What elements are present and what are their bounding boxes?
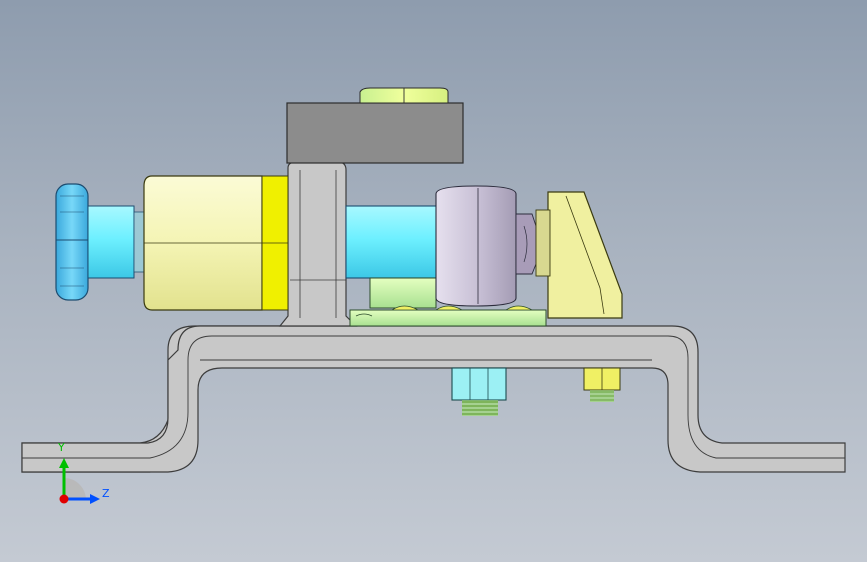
graphics-viewport[interactable]: Y Z [0, 0, 867, 562]
knurled-knob[interactable] [55, 183, 147, 301]
z-axis-label: Z [102, 487, 110, 500]
clamp-block[interactable] [286, 87, 464, 164]
plunger-rod[interactable] [345, 205, 439, 279]
screws[interactable] [583, 367, 621, 402]
x-axis-dot [59, 494, 69, 504]
y-axis-label: Y [58, 441, 65, 454]
hex-nut[interactable] [451, 367, 507, 416]
cylinder-body[interactable] [143, 175, 289, 311]
guide-bushing[interactable] [435, 185, 537, 307]
support-gusset[interactable] [535, 191, 623, 319]
cad-model[interactable] [0, 0, 867, 562]
